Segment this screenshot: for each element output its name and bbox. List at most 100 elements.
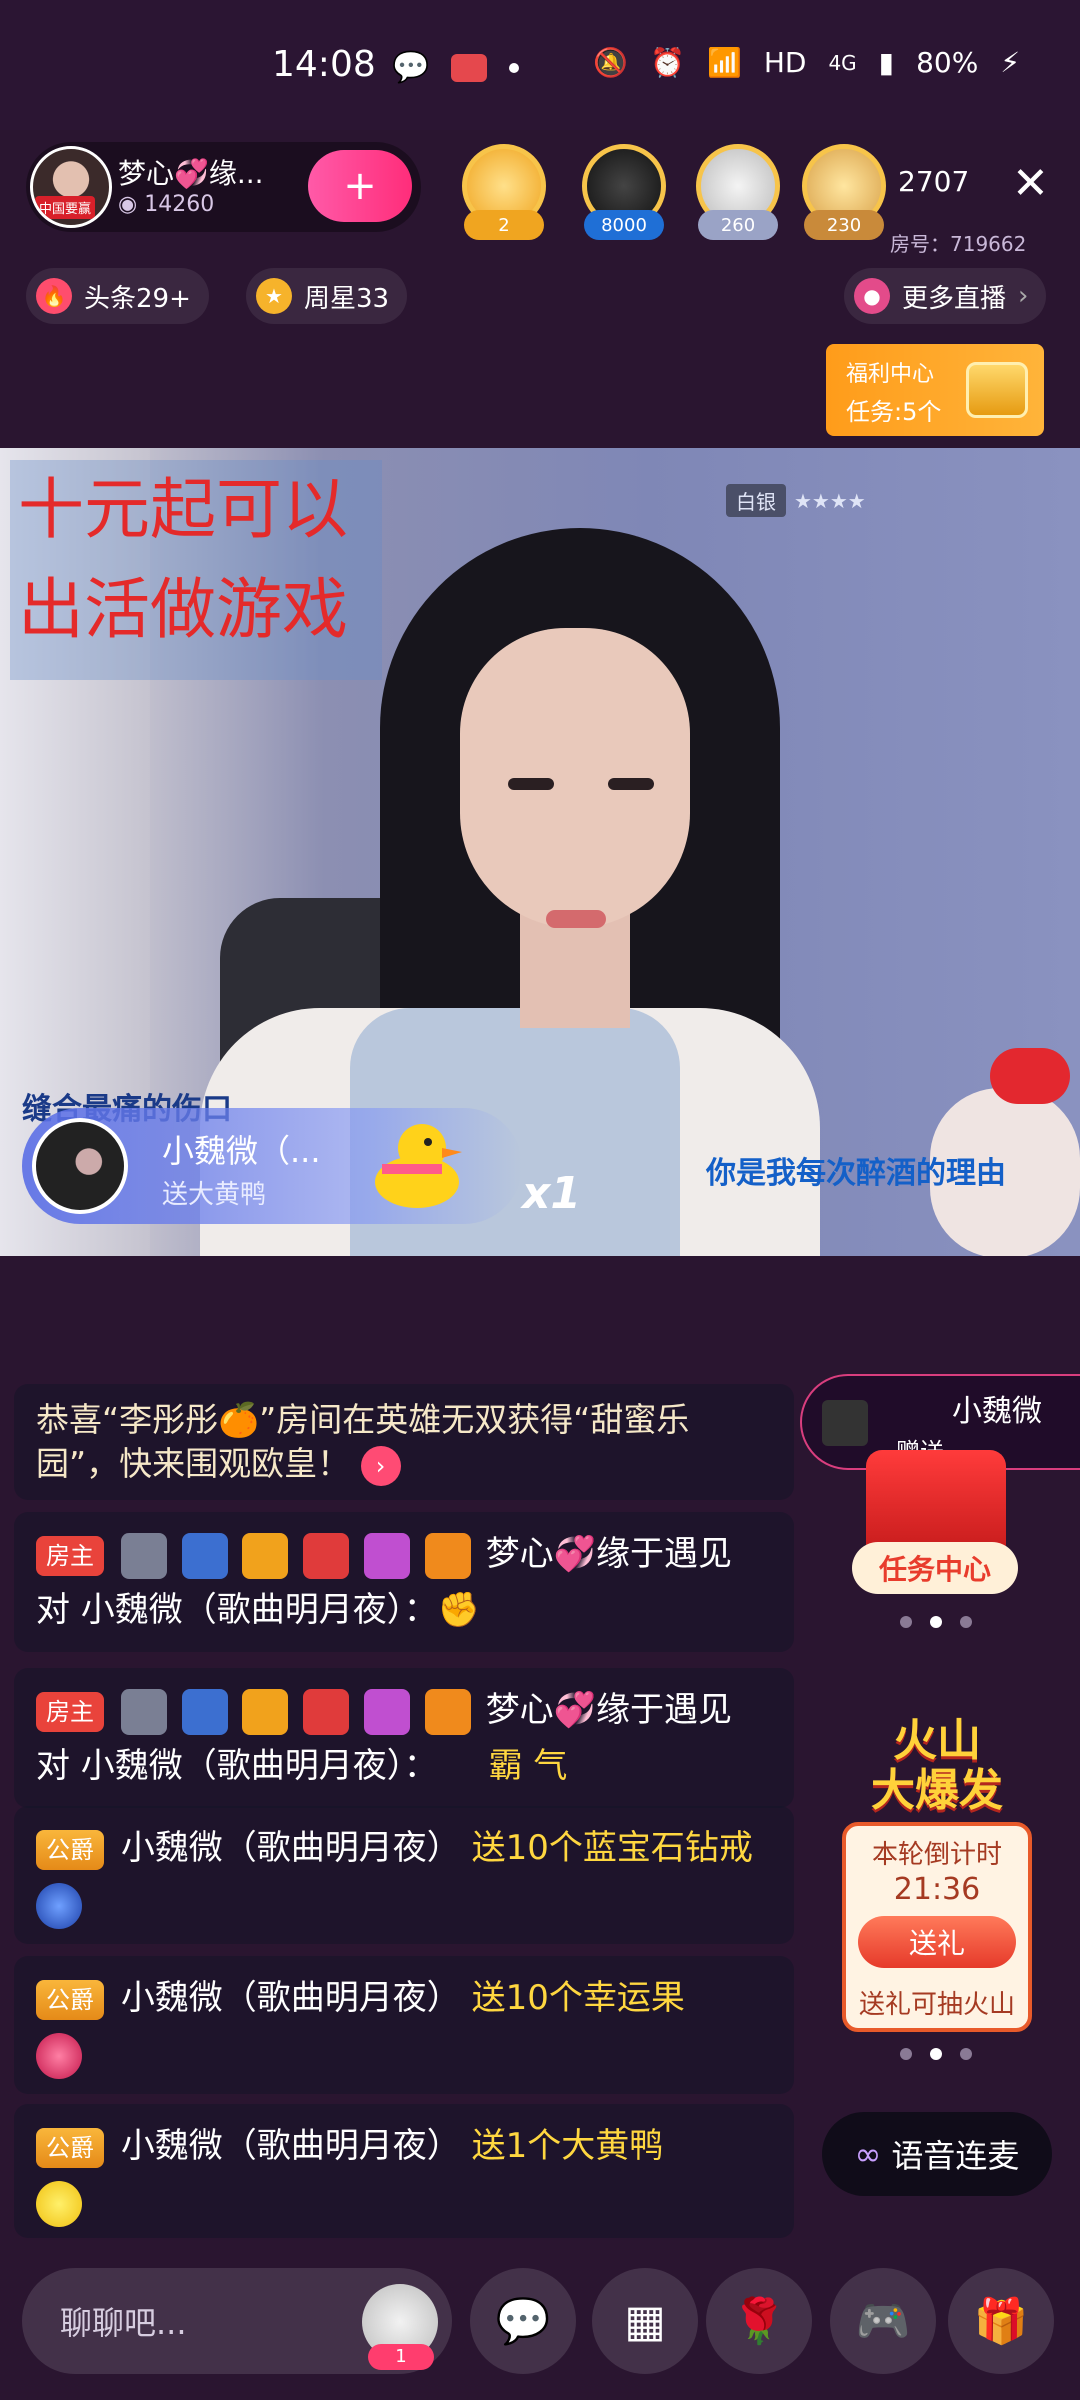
more-apps-button[interactable]: ▦ <box>592 2268 698 2374</box>
chat-message[interactable]: 房主 梦心💞缘于遇见 对 小魏微（歌曲明月夜）：✊ <box>14 1512 794 1652</box>
crown-badge-icon <box>303 1532 350 1579</box>
screen-record-icon <box>451 53 488 82</box>
game-button[interactable]: 🎮 <box>830 2268 936 2374</box>
lyric-right: 你是我每次醉酒的理由 <box>706 1156 1006 1191</box>
rose-gift-button[interactable]: 🌹 <box>706 2268 812 2374</box>
wechat-icon: 💬 <box>392 50 430 85</box>
viewer-count[interactable]: 2707 <box>898 165 969 198</box>
status-system-icons: 🔕 ⏰ 📶 HD 4G ▮ 80% ⚡ <box>593 46 1020 79</box>
follow-plus-icon: + <box>343 163 377 209</box>
headline-label: 头条29+ <box>84 283 191 314</box>
host-badge: 房主 <box>36 1535 104 1576</box>
medal-badge-icon <box>242 1532 289 1579</box>
video-streamer-eye <box>608 778 654 790</box>
video-streamer-eye <box>508 778 554 790</box>
star-icon: ★ <box>256 278 292 314</box>
message-button[interactable]: 💬 <box>470 2268 576 2374</box>
gift-box-icon: 🎁 <box>973 2296 1029 2347</box>
promo-line-1: 十元起可以 <box>18 471 348 548</box>
weekly-star-label: 周星33 <box>304 283 390 314</box>
fan-badge-icon <box>424 1688 471 1735</box>
gift-sender-avatar <box>822 1400 868 1446</box>
status-bar: 14:08 💬 🔕 ⏰ 📶 HD 4G ▮ 80% ⚡ <box>0 0 1080 130</box>
duke-badge: 公爵 <box>36 2127 104 2168</box>
grid-icon: ▦ <box>624 2295 666 2347</box>
chat-message[interactable]: 房主 梦心💞缘于遇见 对 小魏微（歌曲明月夜）： 霸 气 <box>14 1668 794 1808</box>
promo-overlay: 十元起可以 出活做游戏 <box>10 460 382 680</box>
system-message[interactable]: 恭喜“李彤彤🍊”房间在英雄无双获得“甜蜜乐园”，快来围观欧皇！ › <box>14 1384 794 1500</box>
chat-username[interactable]: 梦心💞缘于遇见 <box>486 1534 732 1574</box>
host-avatar-tag: 中国要赢 <box>35 196 96 219</box>
more-live-label: 更多直播 <box>902 283 1007 314</box>
chat-username[interactable]: 梦心💞缘于遇见 <box>486 1690 732 1730</box>
sapphire-ring-icon <box>36 1882 82 1929</box>
task-pager-dots <box>900 1616 972 1628</box>
gift-text: 送1个大黄鸭 <box>471 2126 664 2166</box>
pager-dot <box>930 2048 942 2060</box>
gift-message[interactable]: 公爵 小魏微（歌曲明月夜） 送10个蓝宝石钻戒 <box>14 1806 794 1944</box>
gift-message[interactable]: 公爵 小魏微（歌曲明月夜） 送1个大黄鸭 <box>14 2104 794 2238</box>
wifi-icon: 📶 <box>706 46 742 79</box>
game-controller-icon: 🎮 <box>855 2296 911 2347</box>
volcano-pager-dots <box>900 2048 972 2060</box>
rubber-duck-icon <box>36 2180 82 2227</box>
lucky-fruit-icon <box>36 2032 82 2079</box>
status-time: 14:08 <box>272 44 376 85</box>
contributor-score: 230 <box>804 210 884 240</box>
voice-link-button[interactable]: ∞ 语音连麦 <box>822 2112 1052 2196</box>
host-fans-value: 14260 <box>144 192 215 217</box>
gift-sender-name: 小魏微 <box>952 1394 1042 1429</box>
purple-badge-icon <box>364 1532 411 1579</box>
follow-button[interactable]: + <box>308 150 412 222</box>
more-live-chip[interactable]: ● 更多直播 › <box>844 268 1047 324</box>
host-fans-count: ◉ 14260 <box>118 192 215 217</box>
shield-badge-icon <box>181 1688 228 1735</box>
host-name: 梦心💞缘... <box>118 157 264 190</box>
medal-badge-icon <box>242 1688 289 1735</box>
top-contributor-1[interactable]: 2 <box>456 140 552 240</box>
chat-username[interactable]: 小魏微（歌曲明月夜） <box>121 1978 461 2018</box>
live-icon: ● <box>854 278 890 314</box>
rose-icon: 🌹 <box>731 2296 787 2347</box>
gift-button[interactable]: 🎁 <box>948 2268 1054 2374</box>
gift-message[interactable]: 公爵 小魏微（歌曲明月夜） 送10个幸运果 <box>14 1956 794 2094</box>
promo-line-2: 出活做游戏 <box>18 571 348 648</box>
duke-badge: 公爵 <box>36 1979 104 2020</box>
level-badge-icon <box>120 1532 167 1579</box>
link-icon: ∞ <box>854 2135 882 2173</box>
crown-badge-icon <box>303 1688 350 1735</box>
top-contributor-2[interactable]: 8000 <box>576 140 672 240</box>
video-doll-bow <box>990 1048 1070 1104</box>
streamer-rank: 白银 ★★★★ <box>726 484 866 517</box>
mute-icon: 🔕 <box>593 46 629 79</box>
chat-input[interactable]: 聊聊吧... 1 <box>22 2268 452 2374</box>
fan-badge-icon <box>424 1532 471 1579</box>
contributor-score: 2 <box>464 210 544 240</box>
cell-label: 4G <box>828 50 857 75</box>
chat-username[interactable]: 小魏微（歌曲明月夜） <box>121 1828 461 1868</box>
volcano-title: 火山 大爆发 <box>842 1716 1032 1816</box>
close-icon[interactable]: ✕ <box>1012 158 1049 209</box>
purple-badge-icon <box>364 1688 411 1735</box>
headline-chip[interactable]: 🔥 头条29+ <box>26 268 209 324</box>
send-gift-button[interactable]: 送礼 <box>858 1916 1016 1968</box>
welfare-tasks: 任务:5个 <box>846 398 942 426</box>
duke-badge: 公爵 <box>36 1829 104 1870</box>
welfare-center[interactable]: 福利中心 任务:5个 <box>826 344 1044 436</box>
message-icon: 💬 <box>495 2296 551 2347</box>
task-center[interactable]: 任务中心 <box>846 1450 1024 1596</box>
countdown-label: 本轮倒计时 <box>871 1840 1002 1870</box>
task-center-label: 任务中心 <box>852 1542 1018 1594</box>
treasure-chest-icon <box>966 362 1028 418</box>
contributor-score: 8000 <box>584 210 664 240</box>
top-contributor-3[interactable]: 260 <box>690 140 786 240</box>
volcano-event[interactable]: 火山 大爆发 本轮倒计时 21:36 送礼 送礼可抽火山 <box>842 1716 1032 2036</box>
signal-icon: ▮ <box>878 46 895 79</box>
chat-username[interactable]: 小魏微（歌曲明月夜） <box>121 2126 461 2166</box>
host-avatar[interactable]: 中国要赢 <box>30 146 112 228</box>
chevron-right-icon: › <box>1018 281 1029 311</box>
weekly-star-chip[interactable]: ★ 周星33 <box>246 268 408 324</box>
top-contributor-4[interactable]: 230 <box>796 140 892 240</box>
chevron-right-icon[interactable]: › <box>360 1445 401 1486</box>
video-streamer-lips <box>546 910 606 928</box>
